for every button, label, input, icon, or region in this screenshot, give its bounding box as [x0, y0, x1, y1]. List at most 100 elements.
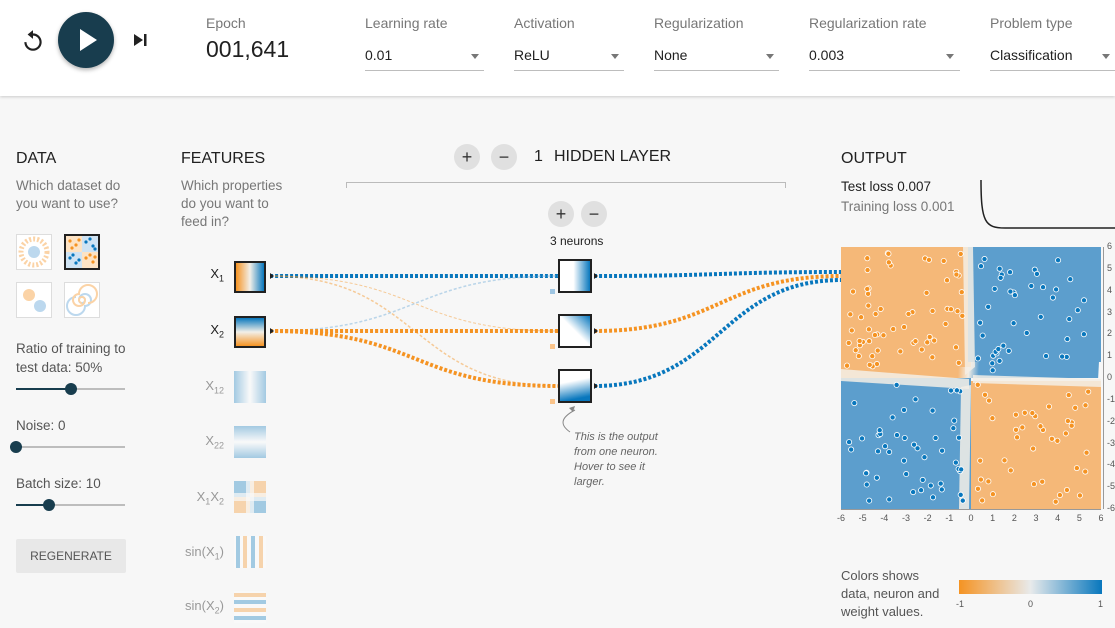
y-tick-label: 3 [1107, 306, 1113, 317]
add-neuron-button[interactable]: + [548, 201, 574, 227]
y-tick-label: -5 [1107, 481, 1115, 492]
batch-size-slider-handle[interactable] [42, 499, 55, 511]
data-point [871, 332, 878, 339]
neuron-note-4: larger. [574, 476, 605, 488]
play-button[interactable] [58, 12, 114, 68]
legend-text-2: data, neuron and [841, 586, 940, 601]
data-point [948, 306, 955, 313]
data-point [846, 439, 853, 446]
feature-x2-squared[interactable] [234, 426, 266, 458]
data-point [1064, 417, 1071, 424]
dataset-spiral[interactable] [64, 282, 100, 318]
data-point [986, 397, 993, 404]
hidden-layer-title: HIDDEN LAYER [554, 148, 672, 165]
data-point [1037, 313, 1044, 320]
data-point [974, 355, 981, 362]
data-point [954, 308, 961, 315]
data-point [1043, 353, 1050, 360]
batch-size-slider[interactable] [16, 504, 125, 506]
feature-x2-squared-label: X22 [205, 433, 224, 451]
test-loss: Test loss 0.007 [841, 179, 932, 194]
link-x1-n2 [269, 275, 559, 332]
regularization-select[interactable]: None [654, 47, 687, 63]
step-button[interactable] [130, 30, 150, 50]
neuron-3-bias[interactable] [550, 399, 555, 404]
neuron-1[interactable] [558, 259, 592, 293]
data-point [947, 387, 954, 394]
neuron-2[interactable] [558, 314, 592, 348]
data-point [918, 346, 925, 353]
learning-rate-label: Learning rate [365, 15, 448, 31]
color-scale-max: 1 [1098, 599, 1104, 609]
learning-rate-select[interactable]: 0.01 [365, 47, 392, 63]
link-x2-n3 [269, 329, 559, 388]
data-point [930, 494, 937, 501]
data-point [1056, 492, 1063, 499]
data-point [1052, 498, 1059, 505]
activation-select[interactable]: ReLU [514, 47, 550, 63]
data-point [885, 250, 892, 257]
feature-sin-x2[interactable] [234, 591, 266, 623]
data-point [950, 425, 957, 432]
y-tick-label: -2 [1107, 415, 1115, 426]
x-tick-label: 3 [1033, 513, 1039, 523]
ratio-slider-handle[interactable] [64, 383, 77, 395]
data-point [1066, 316, 1073, 323]
data-point [1033, 270, 1040, 277]
data-point [996, 265, 1003, 272]
remove-neuron-button[interactable]: − [581, 201, 607, 227]
neuron-2-heatmap [560, 316, 590, 346]
data-point [1072, 404, 1079, 411]
dataset-xor[interactable] [64, 234, 100, 270]
x-tick-label: -1 [945, 513, 954, 523]
noise-slider-handle[interactable] [10, 441, 22, 453]
data-point [874, 347, 881, 354]
noise-slider[interactable] [16, 446, 125, 448]
dataset-gaussian[interactable] [16, 282, 52, 318]
data-point [919, 476, 926, 483]
add-layer-button[interactable]: + [454, 144, 480, 170]
data-point [942, 320, 949, 327]
y-tick-label: -4 [1107, 459, 1115, 470]
data-point [923, 289, 930, 296]
features-subtitle-2: do you want to [181, 196, 269, 211]
regularization-rate-select[interactable]: 0.003 [809, 47, 844, 63]
data-point [938, 486, 945, 493]
feature-x1x2[interactable] [234, 481, 266, 513]
feature-sin-x1[interactable] [234, 536, 266, 568]
features-title: FEATURES [181, 150, 266, 167]
regenerate-button[interactable]: REGENERATE [16, 539, 126, 573]
step-icon [134, 34, 147, 46]
features-subtitle-1: Which properties [181, 178, 283, 193]
data-point [929, 354, 936, 361]
neuron-3[interactable] [558, 369, 592, 403]
reset-button[interactable] [20, 28, 46, 54]
data-point [978, 263, 985, 270]
data-point [910, 489, 917, 496]
data-point [864, 285, 871, 292]
feature-x1-squared[interactable] [234, 371, 266, 403]
data-point [985, 478, 992, 485]
link-x1-n3 [269, 275, 559, 387]
color-scale [959, 580, 1102, 594]
problem-type-select[interactable]: Classification [990, 47, 1072, 63]
data-point [995, 346, 1002, 353]
feature-x1-squared-label: X12 [205, 378, 224, 396]
layer-bracket [346, 182, 786, 188]
feature-x2[interactable] [234, 316, 266, 348]
data-point [931, 337, 938, 344]
remove-layer-button[interactable]: − [491, 144, 517, 170]
data-point [863, 481, 870, 488]
data-point [977, 457, 984, 464]
link-n1-out [593, 270, 843, 278]
dataset-circle[interactable] [16, 234, 52, 270]
data-point [890, 326, 897, 333]
feature-x1[interactable] [234, 261, 266, 293]
data-point [924, 339, 931, 346]
neuron-1-bias[interactable] [550, 289, 555, 294]
data-point [900, 457, 907, 464]
neuron-2-bias[interactable] [550, 344, 555, 349]
data-point [903, 471, 910, 478]
neuron-1-heatmap [560, 261, 590, 291]
data-point [929, 407, 936, 414]
